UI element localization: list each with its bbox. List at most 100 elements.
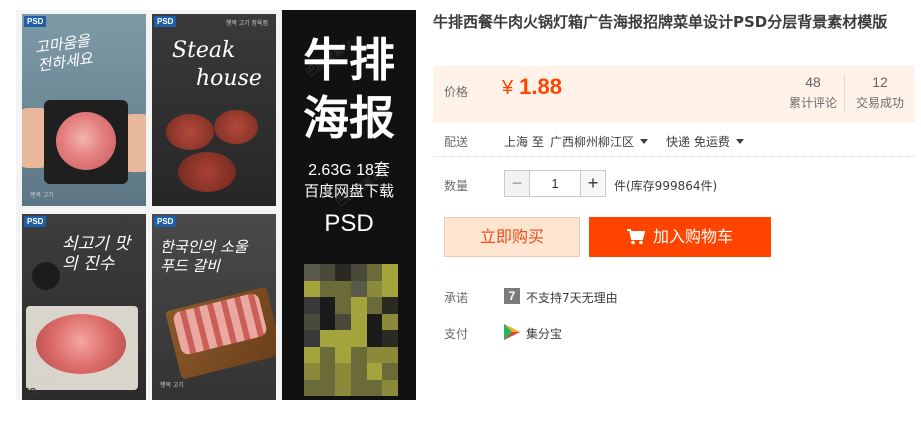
mosaic-cell [304,264,320,281]
chevron-down-icon [640,139,649,144]
poster-thumbnail-2: PSD Steak house 행복 고기 정육점 [152,14,276,206]
mosaic-cell [304,363,320,380]
psd-tag: PSD [24,16,47,27]
banner-title-line1: 牛排 [303,33,395,87]
increase-button[interactable]: + [580,170,606,197]
decrease-button[interactable]: − [504,170,530,197]
mosaic-cell [319,379,336,396]
banner-spec: 2.63G 18套 [308,162,390,179]
mosaic-cell [366,330,383,347]
mosaic-cell [382,346,398,363]
steak-illustration [178,152,236,192]
mosaic-cell [319,313,336,330]
mosaic-cell [335,363,351,380]
mosaic-cell [366,346,383,363]
currency-symbol: ¥ [502,77,514,99]
mosaic-cell [382,280,398,297]
quantity-label: 数量 [444,179,469,193]
poster-brush-text: 고마움을 전하세요 [33,31,94,75]
poster-brush-text: 한국인의 소울푸드 갈비 [160,238,248,275]
psd-tag: PSD [154,16,177,27]
mosaic-cell [351,346,367,363]
mosaic-cell [319,363,336,380]
mosaic-cell [319,264,336,281]
price-label: 价格 [444,85,469,99]
mosaic-cell [335,346,351,363]
pixelated-preview [304,264,398,396]
side-banner: 巴图网素材 巴图网素材 巴图网素材 牛排 海报 2.63G 18套 百度网盘下载… [282,10,416,400]
sales-stat: 12 交易成功 [845,74,915,111]
reviews-stat[interactable]: 48 累计评论 [778,74,848,111]
poster-thumbnail-3: PSD 쇠고기 맛의 진수 행복 고기 [22,214,146,400]
mosaic-cell [304,297,320,314]
jifenbao-icon [504,324,520,340]
product-main-image[interactable]: PSD 고마움을 전하세요 행복 고기 PSD Steak house 행복 고… [16,10,416,400]
promise-text: 不支持7天无理由 [526,291,618,305]
shipping-label: 配送 [444,135,469,149]
stock-info: 件(库存999864件) [614,179,718,193]
steak-illustration [166,114,214,150]
banner-storage: 百度网盘下载 [303,183,394,200]
mosaic-cell [351,330,367,347]
sales-count: 12 [872,74,888,90]
chevron-down-icon [735,139,744,144]
psd-tag: PSD [24,216,47,227]
shipping-method: 快递 免运费 [666,135,730,149]
mosaic-cell [319,346,336,363]
mosaic-cell [319,280,336,297]
mosaic-cell [351,379,367,396]
mosaic-cell [335,330,351,347]
page-number: 73 [22,385,37,400]
mosaic-cell [335,297,351,314]
banner-format: PSD [324,210,374,237]
mosaic-cell [382,313,398,330]
mosaic-cell [319,297,336,314]
add-to-cart-button[interactable]: 加入购物车 [589,217,771,257]
price-value: ¥1.88 [502,74,562,100]
shipping-method-select[interactable]: 快递 免运费 [666,133,744,150]
sales-label: 交易成功 [855,96,904,110]
poster-fine-print: 행복 고기 [160,383,184,389]
poster-brush-text: house [196,66,262,91]
price-amount: 1.88 [519,74,562,99]
poster-brush-text: Steak [172,38,236,63]
mosaic-cell [382,264,398,281]
mosaic-cell [366,280,383,297]
mosaic-cell [304,379,320,396]
reviews-label: 累计评论 [788,96,837,110]
payment-label: 支付 [444,327,469,341]
banner-title-line2: 海报 [303,91,395,145]
mosaic-cell [366,313,383,330]
poster-fine-print: 행복 고기 [30,193,54,199]
poster-fine-print: 행복 고기 정육점 [226,21,268,27]
buy-now-button[interactable]: 立即购买 [444,217,580,257]
quantity-stepper: − 1 + [504,170,606,197]
mosaic-cell [351,280,367,297]
mosaic-cell [335,313,351,330]
mosaic-cell [304,280,320,297]
mosaic-cell [335,280,351,297]
quantity-input[interactable]: 1 [530,170,580,197]
mosaic-cell [351,313,367,330]
mosaic-cell [335,264,351,281]
mosaic-cell [351,264,367,281]
mosaic-cell [366,264,383,281]
poster-brush-text: 쇠고기 맛의 진수 [62,234,130,274]
mosaic-cell [304,346,320,363]
price-panel: 价格 ¥1.88 48 累计评论 12 交易成功 [433,66,915,122]
mosaic-cell [382,379,398,396]
psd-tag: PSD [154,216,177,227]
add-to-cart-label: 加入购物车 [652,227,733,246]
payment-text: 集分宝 [526,327,563,341]
mosaic-cell [366,297,383,314]
product-title: 牛排西餐牛肉火锅灯箱广告海报招牌菜单设计PSD分层背景素材模版 [433,13,888,31]
mosaic-cell [304,330,320,347]
poster-thumbnail-1: PSD 고마움을 전하세요 행복 고기 [22,14,146,206]
cart-icon [626,229,645,245]
seven-day-return-icon: 7 [504,288,520,304]
mosaic-cell [351,297,367,314]
mosaic-cell [304,313,320,330]
shipping-destination: 广西柳州柳江区 [550,135,635,149]
mosaic-cell [335,379,351,396]
shipping-destination-select[interactable]: 广西柳州柳江区 [550,133,649,150]
